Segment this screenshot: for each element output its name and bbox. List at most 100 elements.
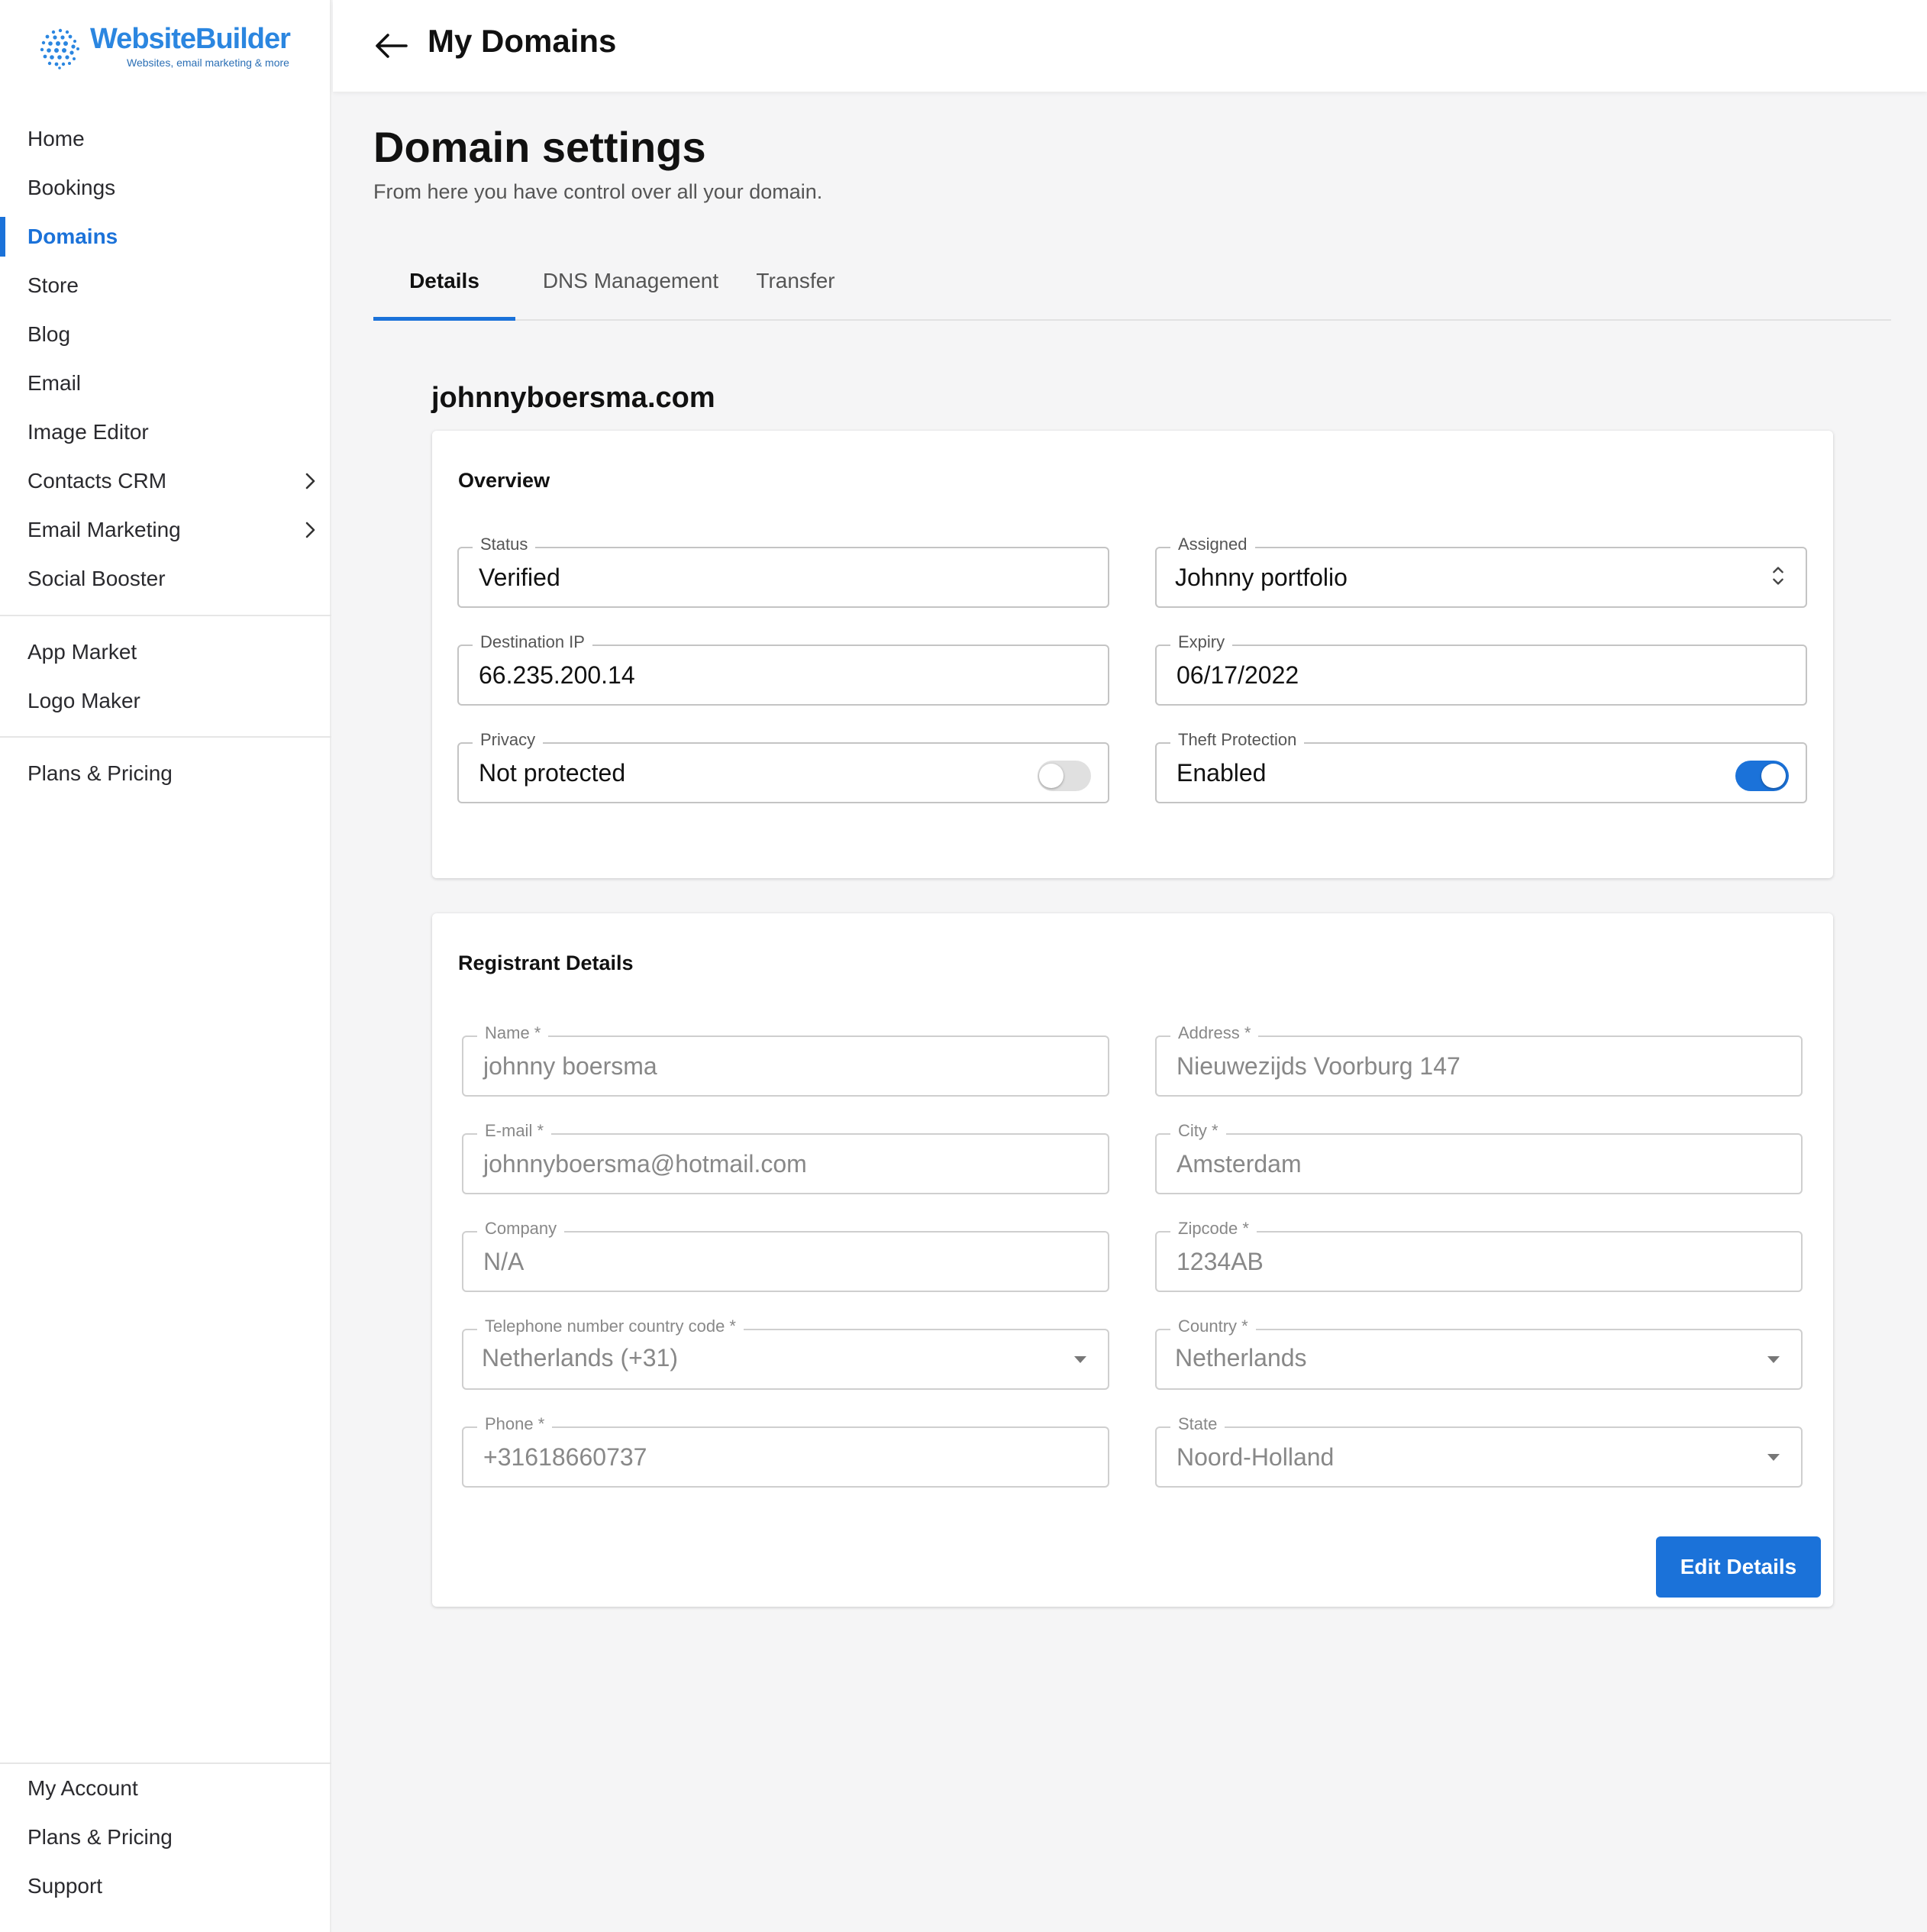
privacy-field: Privacy Not protected	[457, 730, 1109, 803]
destination-ip-field[interactable]: Destination IP 66.235.200.14	[457, 632, 1109, 706]
status-label: Status	[473, 535, 536, 554]
name-value: johnny boersma	[483, 1052, 657, 1080]
privacy-label: Privacy	[473, 730, 544, 750]
tab-dns-management[interactable]: DNS Management	[537, 260, 725, 321]
caret-down-icon	[1074, 1356, 1086, 1363]
city-label: City *	[1170, 1121, 1226, 1141]
sidebar-tertiary-nav: Plans & Pricing	[0, 749, 331, 798]
sidebar-item-image-editor[interactable]: Image Editor	[0, 408, 331, 457]
zipcode-field[interactable]: Zipcode * 1234AB	[1155, 1219, 1803, 1292]
domain-name: johnnyboersma.com	[431, 382, 715, 414]
expiry-value: 06/17/2022	[1177, 661, 1299, 689]
zipcode-value: 1234AB	[1177, 1248, 1264, 1275]
theft-protection-label: Theft Protection	[1170, 730, 1305, 750]
phone-country-code-select[interactable]: Telephone number country code * Netherla…	[462, 1317, 1109, 1390]
privacy-value: Not protected	[479, 759, 626, 787]
company-value: N/A	[483, 1248, 525, 1275]
toggle-knob	[1039, 764, 1064, 788]
state-value: Noord-Holland	[1177, 1443, 1335, 1471]
assigned-label: Assigned	[1170, 535, 1255, 554]
address-value: Nieuwezijds Voorburg 147	[1177, 1052, 1461, 1080]
sidebar-item-email-marketing[interactable]: Email Marketing	[0, 506, 331, 554]
state-label: State	[1170, 1414, 1225, 1434]
sidebar-item-store[interactable]: Store	[0, 261, 331, 310]
page-subtitle: From here you have control over all your…	[373, 180, 823, 203]
theft-protection-toggle[interactable]	[1735, 761, 1789, 791]
email-value: johnnyboersma@hotmail.com	[483, 1150, 807, 1178]
country-value: Netherlands	[1175, 1344, 1307, 1371]
address-label: Address *	[1170, 1023, 1259, 1043]
status-field: Status Verified	[457, 535, 1109, 608]
tab-details[interactable]: Details	[373, 260, 515, 321]
arrow-left-icon[interactable]	[373, 29, 409, 63]
sidebar-item-app-market[interactable]: App Market	[0, 628, 331, 677]
country-select[interactable]: Country * Netherlands	[1155, 1317, 1803, 1390]
country-label: Country *	[1170, 1317, 1256, 1336]
sidebar-item-label: Contacts CRM	[27, 469, 167, 493]
status-value: Verified	[479, 564, 560, 591]
toggle-knob	[1761, 764, 1786, 788]
email-label: E-mail *	[477, 1121, 552, 1141]
sidebar-item-blog[interactable]: Blog	[0, 310, 331, 359]
assigned-value: Johnny portfolio	[1175, 564, 1348, 591]
sidebar-divider	[0, 615, 331, 616]
phone-field[interactable]: Phone * +31618660737	[462, 1414, 1109, 1488]
sidebar-item-contacts-crm[interactable]: Contacts CRM	[0, 457, 331, 506]
destination-ip-label: Destination IP	[473, 632, 592, 652]
phone-value: +31618660737	[483, 1443, 647, 1471]
sidebar-main-nav: Home Bookings Domains Store Blog Email I…	[0, 115, 331, 603]
tab-bar: Details DNS Management Transfer	[373, 260, 1891, 321]
sidebar-divider	[0, 736, 331, 738]
state-select[interactable]: State Noord-Holland	[1155, 1414, 1803, 1488]
brand-name: WebsiteBuilder	[90, 23, 291, 55]
city-field[interactable]: City * Amsterdam	[1155, 1121, 1803, 1194]
overview-card: Overview Status Verified Assigned Johnny…	[432, 431, 1833, 878]
destination-ip-value: 66.235.200.14	[479, 661, 635, 689]
sidebar-item-logo-maker[interactable]: Logo Maker	[0, 677, 331, 725]
company-field[interactable]: Company N/A	[462, 1219, 1109, 1292]
name-label: Name *	[477, 1023, 549, 1043]
page-title: Domain settings	[373, 123, 706, 171]
sidebar-item-home[interactable]: Home	[0, 115, 331, 163]
email-field[interactable]: E-mail * johnnyboersma@hotmail.com	[462, 1121, 1109, 1194]
sidebar-item-social-booster[interactable]: Social Booster	[0, 554, 331, 603]
chevron-right-icon	[305, 522, 315, 538]
theft-protection-field: Theft Protection Enabled	[1155, 730, 1807, 803]
top-header: My Domains	[333, 0, 1927, 92]
assigned-select[interactable]: Assigned Johnny portfolio	[1155, 535, 1807, 608]
sidebar-footer-nav: My Account Plans & Pricing Support	[0, 1764, 331, 1911]
caret-down-icon	[1767, 1454, 1780, 1461]
expiry-field: Expiry 06/17/2022	[1155, 632, 1807, 706]
sidebar-item-email[interactable]: Email	[0, 359, 331, 408]
brand-tagline: Websites, email marketing & more	[127, 57, 289, 69]
globe-logo-icon	[40, 28, 79, 69]
sidebar-item-support[interactable]: Support	[0, 1862, 331, 1911]
overview-title: Overview	[458, 469, 550, 492]
brand-logo[interactable]: WebsiteBuilder Websites, email marketing…	[38, 23, 298, 73]
registrant-details-title: Registrant Details	[458, 951, 634, 974]
privacy-toggle[interactable]	[1038, 761, 1091, 791]
edit-details-button[interactable]: Edit Details	[1656, 1536, 1821, 1598]
sidebar-item-domains[interactable]: Domains	[0, 212, 331, 261]
expiry-label: Expiry	[1170, 632, 1233, 652]
chevron-right-icon	[305, 473, 315, 489]
zipcode-label: Zipcode *	[1170, 1219, 1257, 1239]
phone-label: Phone *	[477, 1414, 553, 1434]
address-field[interactable]: Address * Nieuwezijds Voorburg 147	[1155, 1023, 1803, 1097]
name-field[interactable]: Name * johnny boersma	[462, 1023, 1109, 1097]
theft-protection-value: Enabled	[1177, 759, 1267, 787]
header-title: My Domains	[428, 23, 617, 59]
city-value: Amsterdam	[1177, 1150, 1302, 1178]
sidebar-item-bookings[interactable]: Bookings	[0, 163, 331, 212]
registrant-details-card: Registrant Details Name * johnny boersma…	[432, 913, 1833, 1607]
phone-country-code-label: Telephone number country code *	[477, 1317, 744, 1336]
tab-transfer[interactable]: Transfer	[750, 260, 841, 321]
unfold-icon	[1773, 567, 1783, 585]
sidebar-item-plans-pricing[interactable]: Plans & Pricing	[0, 749, 331, 798]
caret-down-icon	[1767, 1356, 1780, 1363]
company-label: Company	[477, 1219, 565, 1239]
sidebar-item-plans-pricing-footer[interactable]: Plans & Pricing	[0, 1813, 331, 1862]
sidebar-item-my-account[interactable]: My Account	[0, 1764, 331, 1813]
sidebar-item-label: Email Marketing	[27, 518, 181, 541]
sidebar-secondary-nav: App Market Logo Maker	[0, 628, 331, 725]
